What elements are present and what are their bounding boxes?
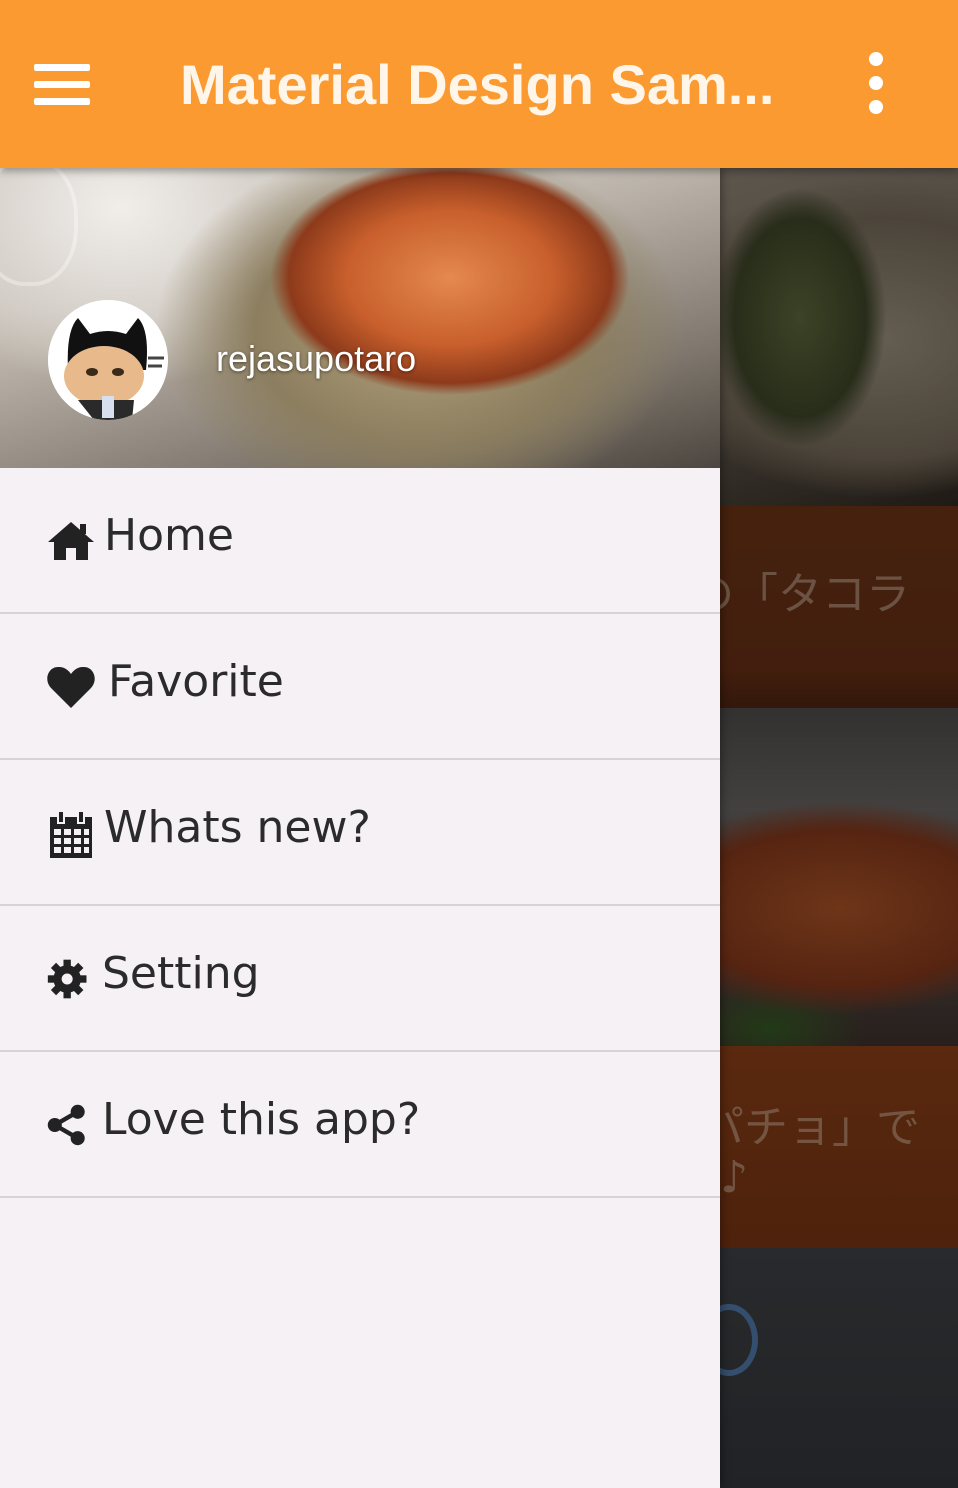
nav-item-favorite[interactable]: Favorite bbox=[0, 614, 720, 760]
nav-item-whats-new[interactable]: Whats new? bbox=[0, 760, 720, 906]
nav-item-label: Whats new? bbox=[104, 802, 371, 853]
nav-item-label: Love this app? bbox=[102, 1094, 421, 1145]
more-vertical-icon[interactable] bbox=[864, 52, 888, 116]
drawer-header: rejasupotaro bbox=[0, 168, 720, 468]
nav-item-label: Favorite bbox=[108, 656, 284, 707]
app-toolbar: Material Design Sam... bbox=[0, 0, 958, 168]
octocat-avatar-icon bbox=[48, 300, 168, 420]
nav-item-setting[interactable]: Setting bbox=[0, 906, 720, 1052]
app-title: Material Design Sam... bbox=[180, 53, 775, 116]
calendar-icon bbox=[50, 810, 92, 858]
nav-item-label: Home bbox=[104, 510, 234, 561]
hamburger-menu-icon[interactable] bbox=[34, 64, 90, 106]
home-icon bbox=[48, 522, 94, 560]
heart-icon bbox=[47, 666, 95, 708]
nav-list: Home Favorite Whats new? Setting Love th… bbox=[0, 468, 720, 1198]
gear-icon bbox=[47, 959, 87, 999]
avatar[interactable] bbox=[48, 300, 168, 420]
navigation-drawer: rejasupotaro Home Favorite Whats new? Se… bbox=[0, 168, 720, 1488]
username[interactable]: rejasupotaro bbox=[216, 338, 416, 380]
header-photo-detail bbox=[0, 168, 78, 286]
nav-item-home[interactable]: Home bbox=[0, 468, 720, 614]
nav-item-love-this-app[interactable]: Love this app? bbox=[0, 1052, 720, 1198]
nav-item-label: Setting bbox=[102, 948, 260, 999]
share-icon bbox=[47, 1104, 85, 1146]
